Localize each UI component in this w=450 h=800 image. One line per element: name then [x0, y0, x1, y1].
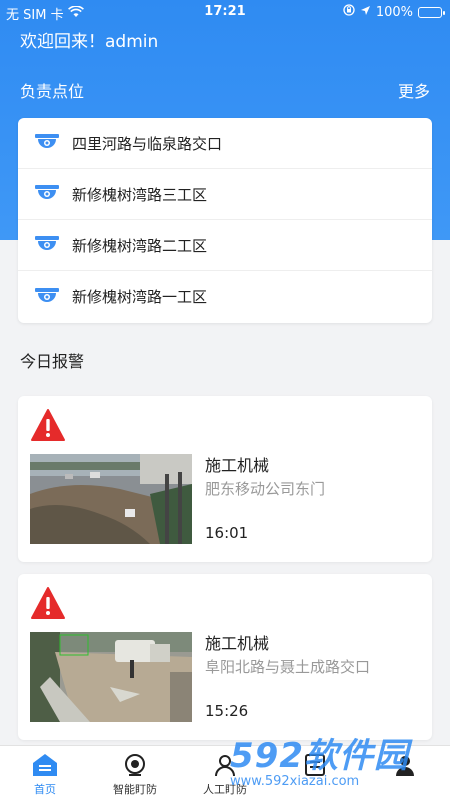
alert-time: 16:01	[205, 524, 249, 542]
alert-type: 施工机械	[205, 456, 270, 475]
tab-home-label: 首页	[34, 783, 56, 796]
alert-location: 阜阳北路与聂土成路交口	[205, 658, 371, 676]
alert-location: 肥东移动公司东门	[205, 480, 326, 498]
spot-label: 四里河路与临泉路交口	[72, 134, 223, 153]
location-arrow-icon	[360, 5, 371, 20]
tab-list[interactable]	[270, 751, 360, 781]
warning-icon	[30, 408, 66, 442]
spots-list: 四里河路与临泉路交口 新修槐树湾路三工区 新修槐树湾路二工区 新修槐树湾路一工区	[18, 118, 432, 323]
alert-card[interactable]: 施工机械 阜阳北路与聂土成路交口 15:26	[18, 574, 432, 740]
today-alerts-title: 今日报警	[20, 352, 85, 371]
battery-icon	[418, 6, 445, 18]
camera-icon	[34, 235, 60, 255]
alert-card[interactable]: 施工机械 肥东移动公司东门 16:01	[18, 396, 432, 562]
camera-lens-icon	[90, 751, 180, 779]
tab-smart-watch-label: 智能盯防	[113, 783, 157, 796]
bottom-tab-bar: 首页 智能盯防 人工盯防	[0, 745, 450, 800]
spot-label: 新修槐树湾路二工区	[72, 236, 208, 255]
tab-home[interactable]: 首页	[0, 751, 90, 797]
alert-time: 15:26	[205, 702, 249, 720]
warning-icon	[30, 586, 66, 620]
welcome-text: 欢迎回来！admin	[20, 32, 159, 52]
battery-percent: 100%	[375, 4, 413, 20]
camera-icon	[34, 184, 60, 204]
spot-label: 新修槐树湾路一工区	[72, 288, 208, 306]
spot-label: 新修槐树湾路三工区	[72, 185, 208, 204]
spot-item[interactable]: 新修槐树湾路三工区	[18, 169, 432, 220]
spots-header: 负责点位 更多	[20, 78, 430, 102]
camera-icon	[34, 287, 60, 307]
alert-type: 施工机械	[205, 634, 270, 653]
status-bar: 无 SIM 卡 17:21 100%	[0, 0, 450, 24]
alert-snapshot[interactable]	[30, 454, 192, 544]
person-icon	[180, 751, 270, 779]
tab-smart-watch[interactable]: 智能盯防	[90, 751, 180, 797]
home-icon	[0, 751, 90, 779]
more-link[interactable]: 更多	[398, 78, 430, 102]
tab-manual-watch[interactable]: 人工盯防	[180, 751, 270, 797]
spots-title: 负责点位	[20, 82, 85, 101]
tab-profile[interactable]	[360, 751, 450, 781]
alert-snapshot[interactable]	[30, 632, 192, 722]
list-icon	[270, 751, 360, 779]
spot-item[interactable]: 四里河路与临泉路交口	[18, 118, 432, 169]
lock-rotation-icon	[343, 4, 355, 20]
tab-manual-watch-label: 人工盯防	[203, 783, 247, 796]
spot-item[interactable]: 新修槐树湾路二工区	[18, 220, 432, 271]
profile-icon	[360, 751, 450, 779]
spot-item[interactable]: 新修槐树湾路一工区	[18, 271, 432, 322]
camera-icon	[34, 133, 60, 153]
